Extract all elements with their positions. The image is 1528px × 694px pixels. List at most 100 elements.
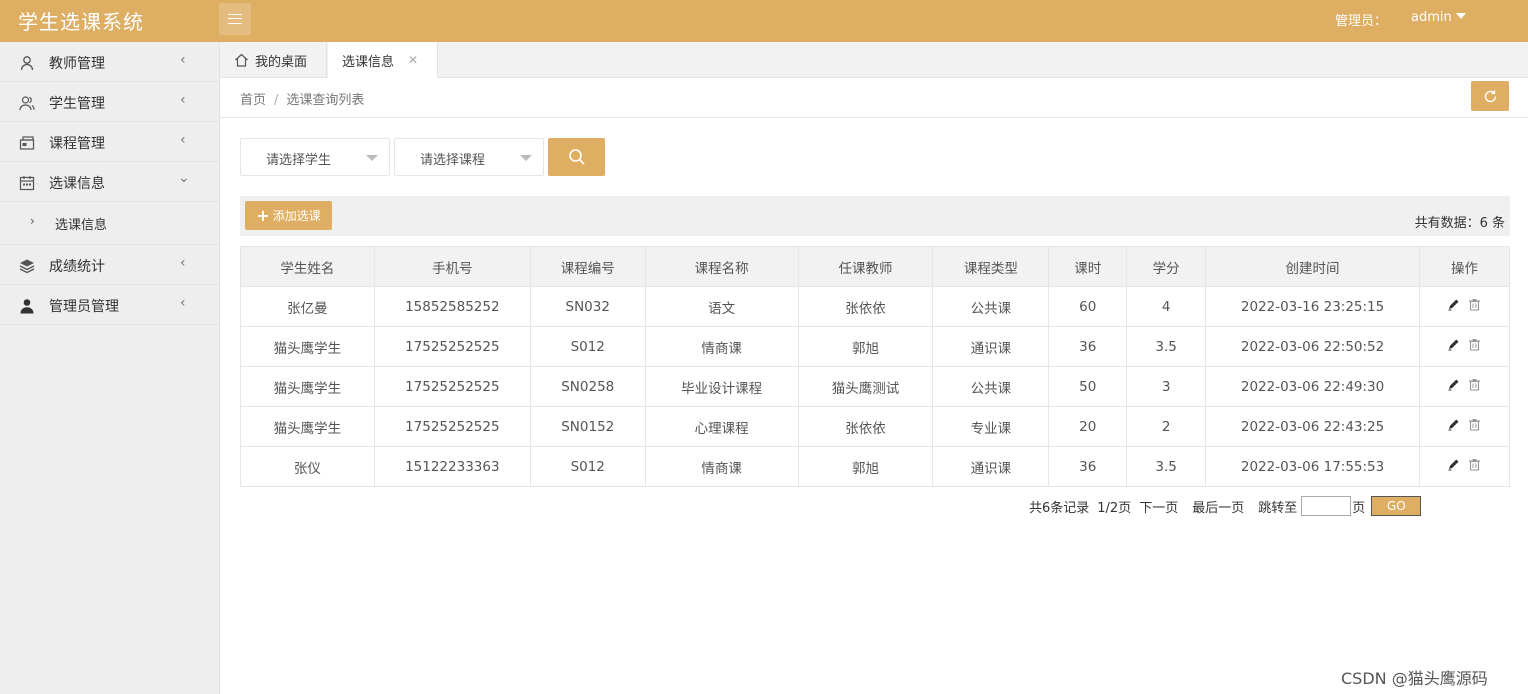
edit-icon[interactable] [1447, 338, 1460, 351]
sidebar-item-admin[interactable]: 管理员管理 ‹ [0, 285, 219, 325]
table-cell: 张依依 [797, 286, 934, 327]
search-icon [568, 149, 585, 165]
pagination-records: 共6条记录 [1029, 500, 1090, 516]
sidebar-item-label: 课程管理 [49, 136, 105, 152]
last-page-link[interactable]: 最后一页 [1192, 497, 1244, 516]
table-cell: 17525252525 [373, 326, 531, 367]
table-cell: 猫头鹰学生 [240, 366, 375, 407]
table-cell: 2022-03-06 17:55:53 [1205, 446, 1420, 487]
table-cell: 2022-03-06 22:43:25 [1205, 406, 1420, 447]
table-cell: 郭旭 [797, 446, 934, 487]
users-icon [19, 96, 35, 111]
table-header-row: 学生姓名 手机号 课程编号 课程名称 任课教师 课程类型 课时 学分 创建时间 … [240, 246, 1511, 287]
chevron-left-icon: ‹ [180, 132, 186, 148]
table-cell: 情商课 [644, 326, 799, 367]
sidebar: 教师管理 ‹ 学生管理 ‹ 课程管理 ‹ 选课信息 ⌄ › 选课信息 成绩统计 … [0, 42, 220, 694]
delete-icon[interactable] [1468, 298, 1481, 311]
close-icon[interactable]: ✕ [408, 53, 418, 67]
table-row: 猫头鹰学生 17525252525 SN0258 毕业设计课程 猫头鹰测试 公共课 50 3 2… [240, 366, 1511, 407]
table-cell: 情商课 [644, 446, 799, 487]
refresh-icon [1484, 90, 1496, 102]
column-header: 学生姓名 [240, 246, 375, 287]
add-selection-label: 添加选课 [272, 209, 321, 223]
table-cell: 通识课 [932, 326, 1050, 367]
table-cell: 张依依 [797, 406, 934, 447]
layers-icon [19, 259, 35, 274]
add-selection-button[interactable]: + 添加选课 [245, 201, 332, 230]
go-button[interactable]: GO [1371, 496, 1422, 516]
edit-icon[interactable] [1447, 458, 1460, 471]
total-count: 共有数据：6 条 [1414, 216, 1505, 231]
table-cell: 郭旭 [797, 326, 934, 367]
jump-page-input[interactable] [1301, 496, 1352, 516]
calendar-icon [19, 176, 35, 191]
table-cell: 3.5 [1126, 446, 1207, 487]
delete-icon[interactable] [1468, 338, 1481, 351]
column-header: 创建时间 [1205, 246, 1420, 287]
table-cell: 毕业设计课程 [644, 366, 799, 407]
student-select[interactable]: 请选择学生 [240, 138, 390, 176]
delete-icon[interactable] [1468, 458, 1481, 471]
sidebar-item-teacher[interactable]: 教师管理 ‹ [0, 42, 219, 82]
course-select[interactable]: 请选择课程 [394, 138, 544, 176]
table-cell: 2022-03-06 22:49:30 [1205, 366, 1420, 407]
table-cell: 通识课 [932, 446, 1050, 487]
column-header: 课程名称 [644, 246, 799, 287]
pagination: 共6条记录 1/2页 下一页 最后一页 跳转至 页 GO [1029, 496, 1422, 516]
course-select-value: 请选择课程 [420, 153, 486, 168]
sidebar-subitem-selection-info[interactable]: › 选课信息 [0, 202, 219, 245]
admin-label: 管理员： [1335, 14, 1388, 29]
next-page-link[interactable]: 下一页 [1139, 497, 1178, 516]
table-cell: 公共课 [932, 366, 1050, 407]
tab-selection-info[interactable]: 选课信息 ✕ [328, 42, 438, 78]
hamburger-icon [228, 14, 242, 24]
table-cell: 心理课程 [644, 406, 799, 447]
caret-down-icon[interactable] [1456, 13, 1466, 19]
breadcrumb: 首页 / 选课查询列表 [240, 89, 364, 108]
table-row: 猫头鹰学生 17525252525 S012 情商课 郭旭 通识课 36 3.5 2022-03… [240, 326, 1511, 367]
admin-user-menu[interactable]: admin [1411, 10, 1452, 25]
top-header: 学生选课系统 管理员： admin [0, 0, 1528, 42]
delete-icon[interactable] [1468, 378, 1481, 391]
edit-icon[interactable] [1447, 378, 1460, 391]
table-cell-actions [1418, 406, 1511, 447]
tab-bar: 我的桌面 选课信息 ✕ [220, 42, 1528, 78]
edit-icon[interactable] [1447, 418, 1460, 431]
search-button[interactable] [548, 138, 605, 176]
menu-toggle-button[interactable] [219, 3, 251, 35]
table-cell: 公共课 [932, 286, 1050, 327]
breadcrumb-current: 选课查询列表 [286, 93, 365, 108]
sidebar-item-course[interactable]: 课程管理 ‹ [0, 122, 219, 162]
breadcrumb-separator: / [274, 93, 279, 108]
table-cell: SN0258 [529, 366, 646, 407]
table-cell: SN0152 [529, 406, 646, 447]
sidebar-item-label: 选课信息 [49, 176, 105, 192]
breadcrumb-bar: 首页 / 选课查询列表 [220, 78, 1528, 118]
pagination-pages: 1/2页 [1097, 500, 1132, 516]
edit-icon[interactable] [1447, 298, 1460, 311]
table-cell: 张仪 [240, 446, 375, 487]
refresh-button[interactable] [1471, 81, 1509, 111]
column-header: 课时 [1048, 246, 1128, 287]
table-cell: 15122233363 [373, 446, 531, 487]
table-toolbar: + 添加选课 共有数据：6 条 [240, 196, 1510, 236]
table-cell: 50 [1048, 366, 1128, 407]
sidebar-item-label: 学生管理 [49, 96, 105, 112]
breadcrumb-home[interactable]: 首页 [240, 93, 266, 108]
table-cell: 4 [1126, 286, 1207, 327]
sidebar-item-label: 成绩统计 [49, 259, 105, 275]
chevron-left-icon: ‹ [180, 52, 186, 68]
table-cell-actions [1418, 326, 1511, 367]
sidebar-item-student[interactable]: 学生管理 ‹ [0, 82, 219, 122]
sidebar-item-selection[interactable]: 选课信息 ⌄ [0, 162, 219, 202]
sidebar-item-grades[interactable]: 成绩统计 ‹ [0, 245, 219, 285]
delete-icon[interactable] [1468, 418, 1481, 431]
home-icon [235, 53, 248, 67]
table-cell-actions [1418, 366, 1511, 407]
sidebar-item-label: 教师管理 [49, 56, 105, 72]
page-unit-label: 页 [1352, 500, 1366, 516]
sidebar-item-label: 管理员管理 [49, 299, 119, 315]
tab-desktop[interactable]: 我的桌面 [220, 42, 327, 78]
sidebar-subitem-label: 选课信息 [55, 218, 108, 233]
table-cell: 猫头鹰学生 [240, 406, 375, 447]
